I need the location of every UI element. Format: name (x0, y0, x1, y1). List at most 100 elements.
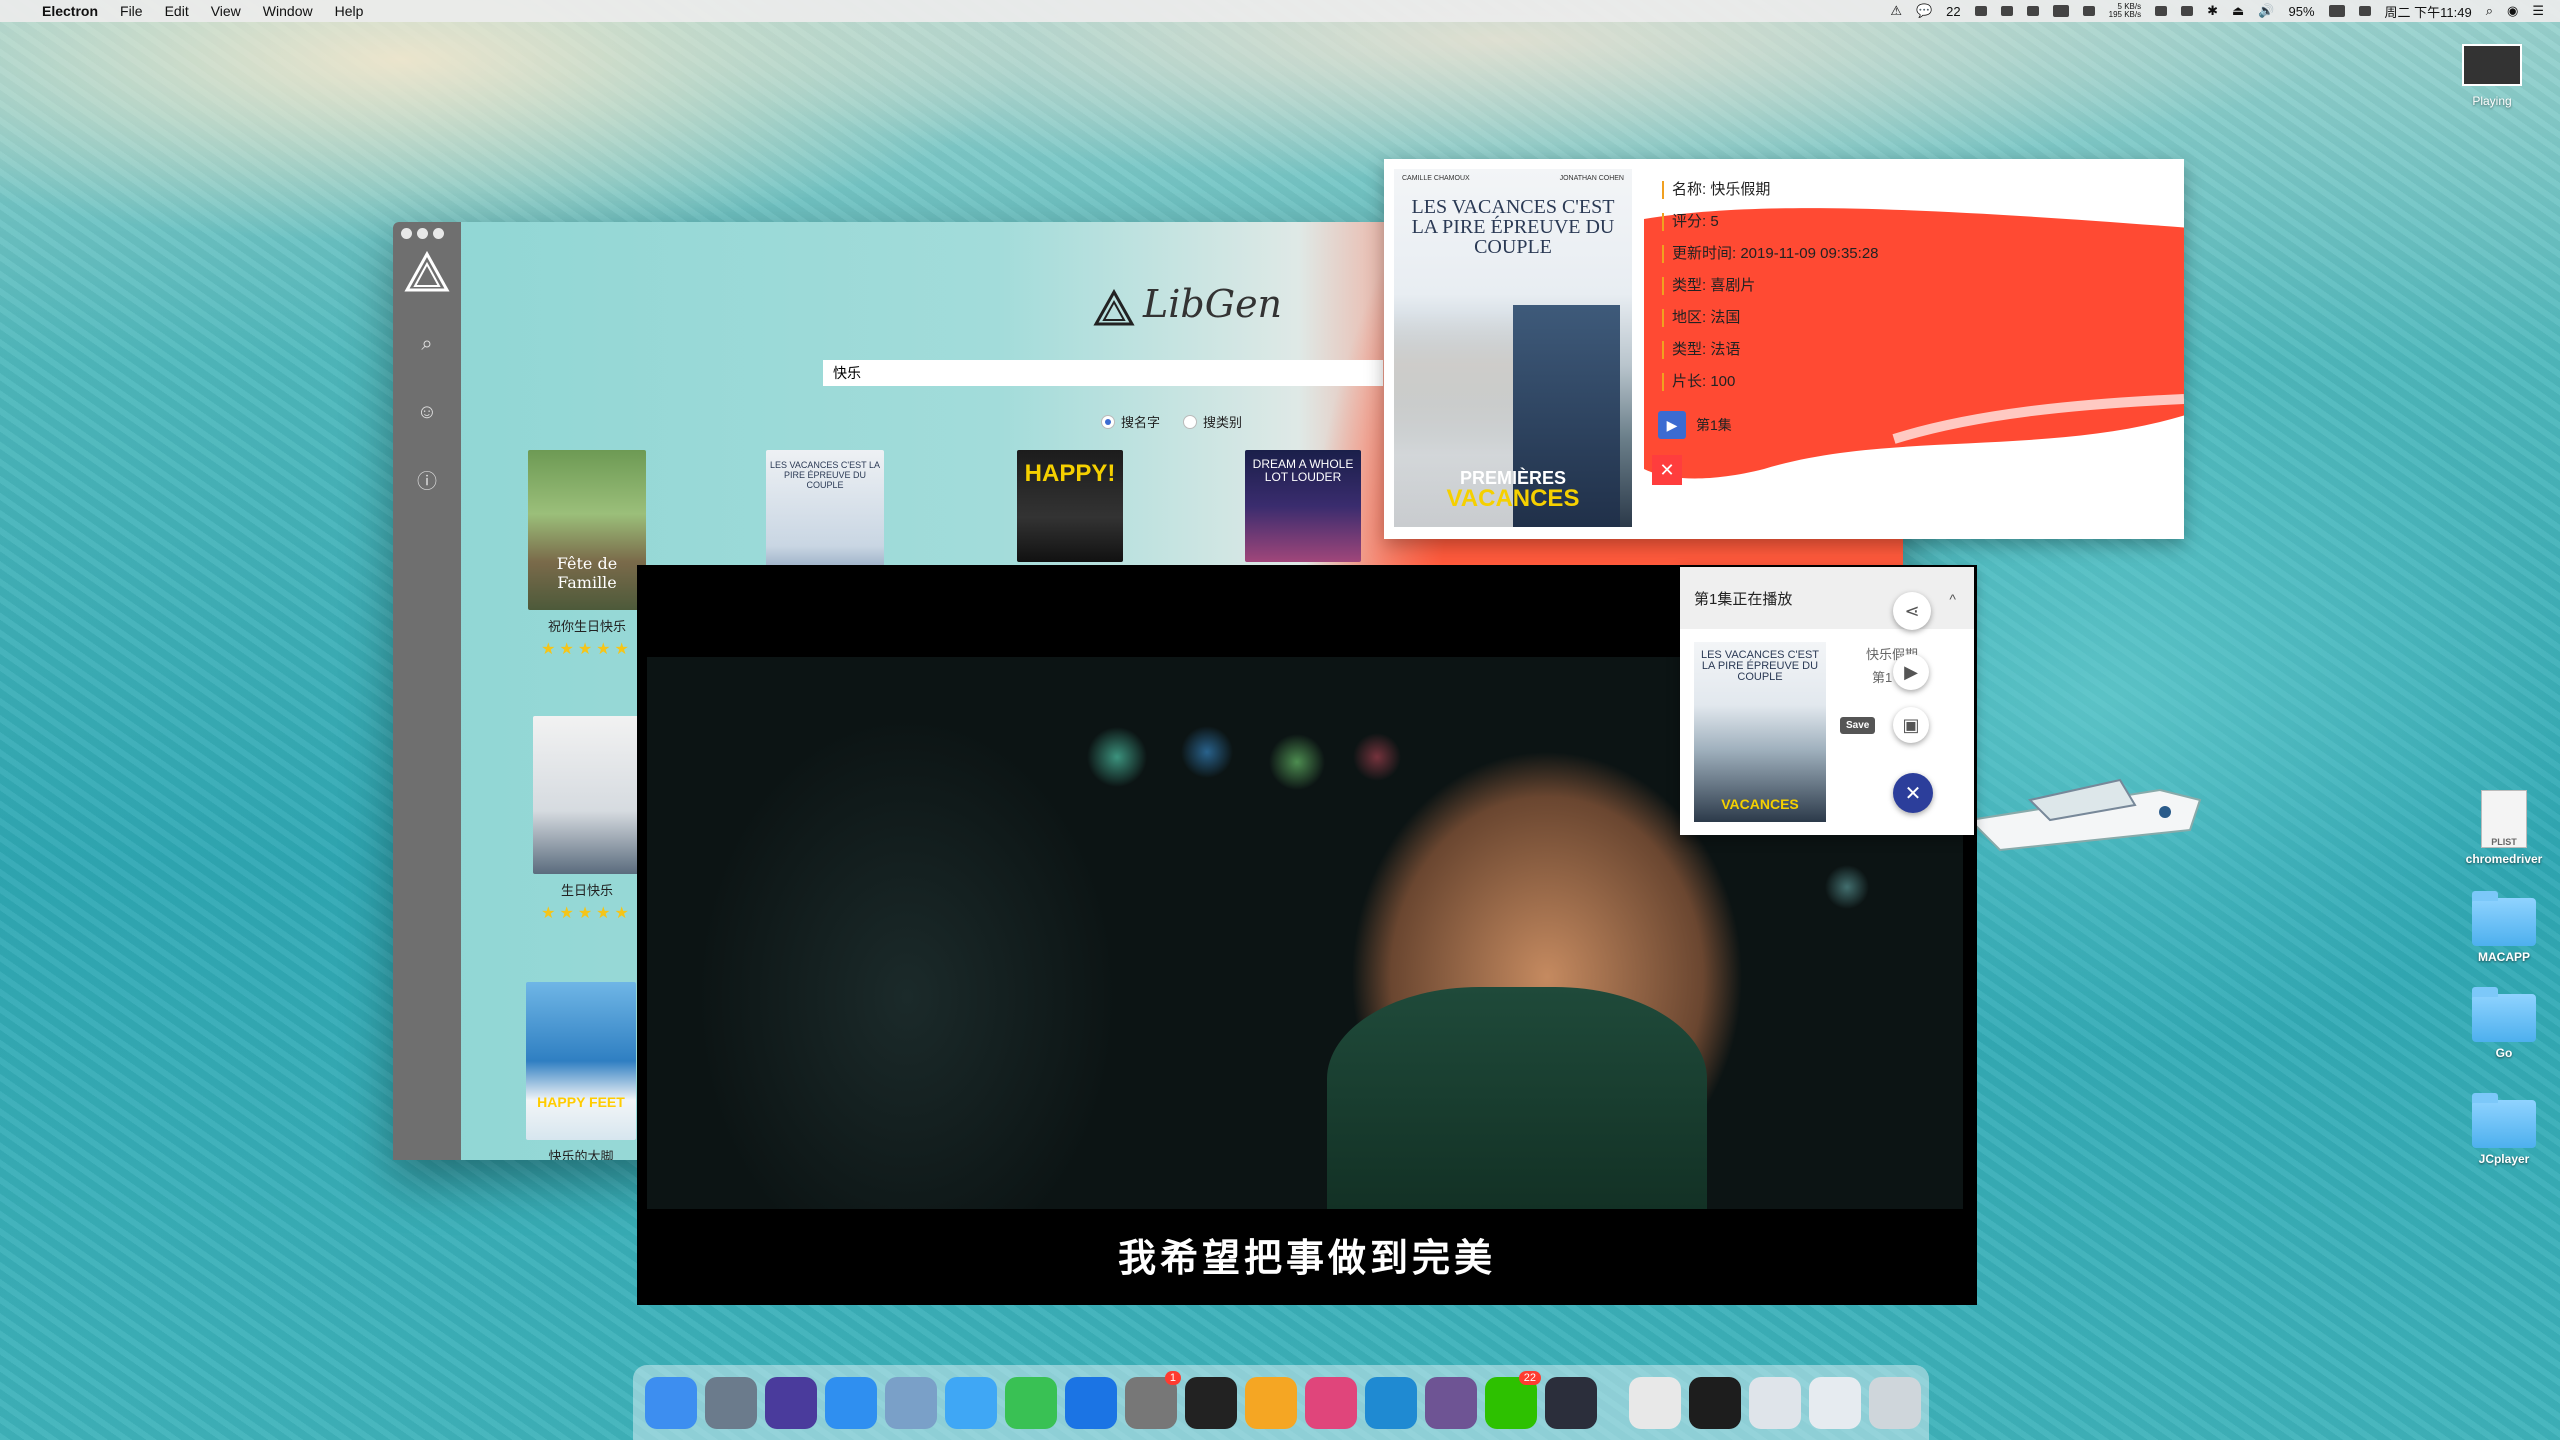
window-close-button[interactable] (401, 228, 412, 239)
desktop-item-chromedriver[interactable]: PLIST chromedriver (2456, 790, 2552, 866)
window-zoom-button[interactable] (433, 228, 444, 239)
launchpad-icon[interactable] (705, 1376, 757, 1429)
radio-search-by-name[interactable]: 搜名字 (1101, 412, 1160, 431)
movie-card[interactable]: HAPPY FEET 快乐的大脚 (521, 982, 641, 1160)
messages-icon[interactable] (945, 1376, 997, 1429)
menu-help[interactable]: Help (335, 3, 364, 19)
minimized-window-2-icon[interactable] (1689, 1376, 1741, 1429)
movie-card[interactable]: 生日快乐 ★★★★★ (527, 716, 647, 923)
poster-text: DREAM A WHOLE LOT LOUDER (1252, 457, 1354, 484)
info-language: 类型: 法语 (1662, 341, 1740, 359)
playing-window-thumbnail[interactable]: Playing (2462, 44, 2522, 108)
minimized-window-4-icon[interactable] (1809, 1376, 1861, 1429)
info-updated: 更新时间: 2019-11-09 09:35:28 (1662, 245, 1879, 263)
facetime-icon[interactable] (1005, 1376, 1057, 1429)
search-icon[interactable]: ⌕ (415, 332, 439, 356)
dock: 1 22 (633, 1365, 1929, 1440)
save-button[interactable]: ▣ (1893, 707, 1929, 743)
activity-icon[interactable] (2026, 6, 2039, 16)
menu-window[interactable]: Window (263, 3, 313, 19)
movie-poster[interactable] (533, 716, 641, 874)
poster-actor-left: CAMILLE CHAMOUX (1402, 175, 1470, 182)
now-playing-close-button[interactable]: ✕ (1893, 773, 1933, 813)
safari-icon[interactable] (825, 1376, 877, 1429)
dropbox-icon[interactable] (1974, 6, 1987, 16)
user-icon[interactable]: ☺ (415, 400, 439, 424)
window-minimize-button[interactable] (417, 228, 428, 239)
siri-menu-icon[interactable]: ◉ (2507, 3, 2518, 19)
minimized-window-1-icon[interactable] (1629, 1376, 1681, 1429)
desktop-item-go[interactable]: Go (2456, 987, 2552, 1060)
poster-title: LES VACANCES C'EST LA PIRE ÉPREUVE DU CO… (1411, 196, 1615, 258)
menu-edit[interactable]: Edit (165, 3, 189, 19)
desktop-item-jcplayer[interactable]: JCplayer (2456, 1093, 2552, 1166)
movie-card[interactable]: HAPPY! (1010, 450, 1130, 562)
system-preferences-icon[interactable]: 1 (1125, 1370, 1181, 1429)
dock-badge: 22 (1518, 1370, 1541, 1385)
warning-icon[interactable]: ⚠ (1890, 3, 1902, 19)
notification-center-icon[interactable]: ☰ (2532, 3, 2544, 19)
folder-icon (2472, 987, 2536, 1042)
photos-icon[interactable] (1245, 1376, 1297, 1429)
chat-icon[interactable]: 💬 (1916, 3, 1932, 19)
wechat-icon[interactable]: 22 (1485, 1370, 1541, 1429)
finder-icon[interactable] (645, 1376, 697, 1429)
share-button[interactable]: ⋖ (1893, 592, 1931, 630)
search-input[interactable] (823, 360, 1383, 386)
vscode-icon[interactable] (1365, 1376, 1417, 1429)
trash-icon[interactable] (1869, 1376, 1921, 1429)
movie-poster[interactable]: HAPPY FEET (526, 982, 636, 1140)
movie-card[interactable]: Fête de Famille 祝你生日快乐 ★★★★★ (527, 450, 647, 659)
movie-card[interactable]: DREAM A WHOLE LOT LOUDER (1243, 450, 1363, 562)
clock[interactable]: 周二 下午11:49 (2385, 2, 2472, 21)
volume-icon[interactable]: 🔊 (2258, 3, 2274, 19)
app-menu[interactable]: Electron (42, 3, 98, 19)
keyboard-icon[interactable] (2082, 6, 2095, 16)
display-icon[interactable] (2052, 5, 2069, 17)
screenshot-icon[interactable] (2181, 6, 2194, 16)
movie-poster[interactable]: HAPPY! (1017, 450, 1123, 562)
bluetooth-icon[interactable]: ✱ (2207, 3, 2218, 19)
episode-1-button[interactable]: ▶ 第1集 (1658, 411, 1732, 439)
menu-bar: Electron File Edit View Window Help ⚠ 💬 … (0, 0, 2560, 22)
eject-icon[interactable]: ⏏ (2232, 3, 2244, 19)
airplay-icon[interactable] (2155, 6, 2168, 16)
play-button[interactable]: ▶ (1893, 654, 1929, 690)
menu-file[interactable]: File (120, 3, 143, 19)
file-badge: PLIST (2491, 837, 2517, 847)
minimized-window-3-icon[interactable] (1749, 1376, 1801, 1429)
movie-poster[interactable]: Fête de Famille (528, 450, 646, 610)
desktop-item-label: chromedriver (2465, 852, 2543, 866)
preview-icon[interactable] (885, 1376, 937, 1429)
input-method-icon[interactable] (2358, 6, 2371, 16)
movie-poster[interactable]: DREAM A WHOLE LOT LOUDER (1245, 450, 1361, 562)
info-genre: 类型: 喜剧片 (1662, 277, 1755, 295)
poster-text: HAPPY! (1024, 460, 1116, 487)
terminal-icon[interactable] (1185, 1376, 1237, 1429)
battery-icon[interactable] (2328, 5, 2345, 17)
poster-subtitle-2: VACANCES (1446, 485, 1580, 512)
radio-button-checked[interactable] (1101, 414, 1115, 429)
dock-badge: 1 (1164, 1370, 1181, 1385)
collapse-icon[interactable]: ^ (1949, 591, 1956, 607)
info-icon[interactable]: ⓘ (415, 470, 439, 494)
now-playing-panel: 第1集正在播放 ^ ⋖ LES VACANCES C'EST LA PIRE É… (1680, 567, 1974, 835)
episode-label: 第1集 (1696, 417, 1732, 433)
desktop-item-macapp[interactable]: MACAPP (2456, 891, 2552, 964)
siri-icon[interactable] (765, 1376, 817, 1429)
cleanmymac-icon[interactable] (1305, 1376, 1357, 1429)
spotlight-icon[interactable]: ⌕ (2486, 3, 2493, 19)
github-desktop-icon[interactable] (1425, 1376, 1477, 1429)
menu-view[interactable]: View (211, 3, 241, 19)
radio-search-by-category[interactable]: 搜类别 (1183, 412, 1242, 431)
detail-close-button[interactable]: ✕ (1652, 455, 1682, 485)
wechat-status-icon[interactable] (2000, 6, 2013, 16)
electron-icon[interactable] (1545, 1376, 1597, 1429)
poster-text: Fête de Famille (556, 554, 618, 592)
now-playing-episode: 第1 (1872, 670, 1893, 685)
info-region: 地区: 法国 (1662, 309, 1740, 327)
now-playing-poster: LES VACANCES C'EST LA PIRE ÉPREUVE DU CO… (1694, 642, 1826, 822)
qq-icon[interactable] (1065, 1376, 1117, 1429)
radio-button[interactable] (1183, 414, 1197, 429)
battery-percent[interactable]: 95% (2289, 4, 2315, 19)
